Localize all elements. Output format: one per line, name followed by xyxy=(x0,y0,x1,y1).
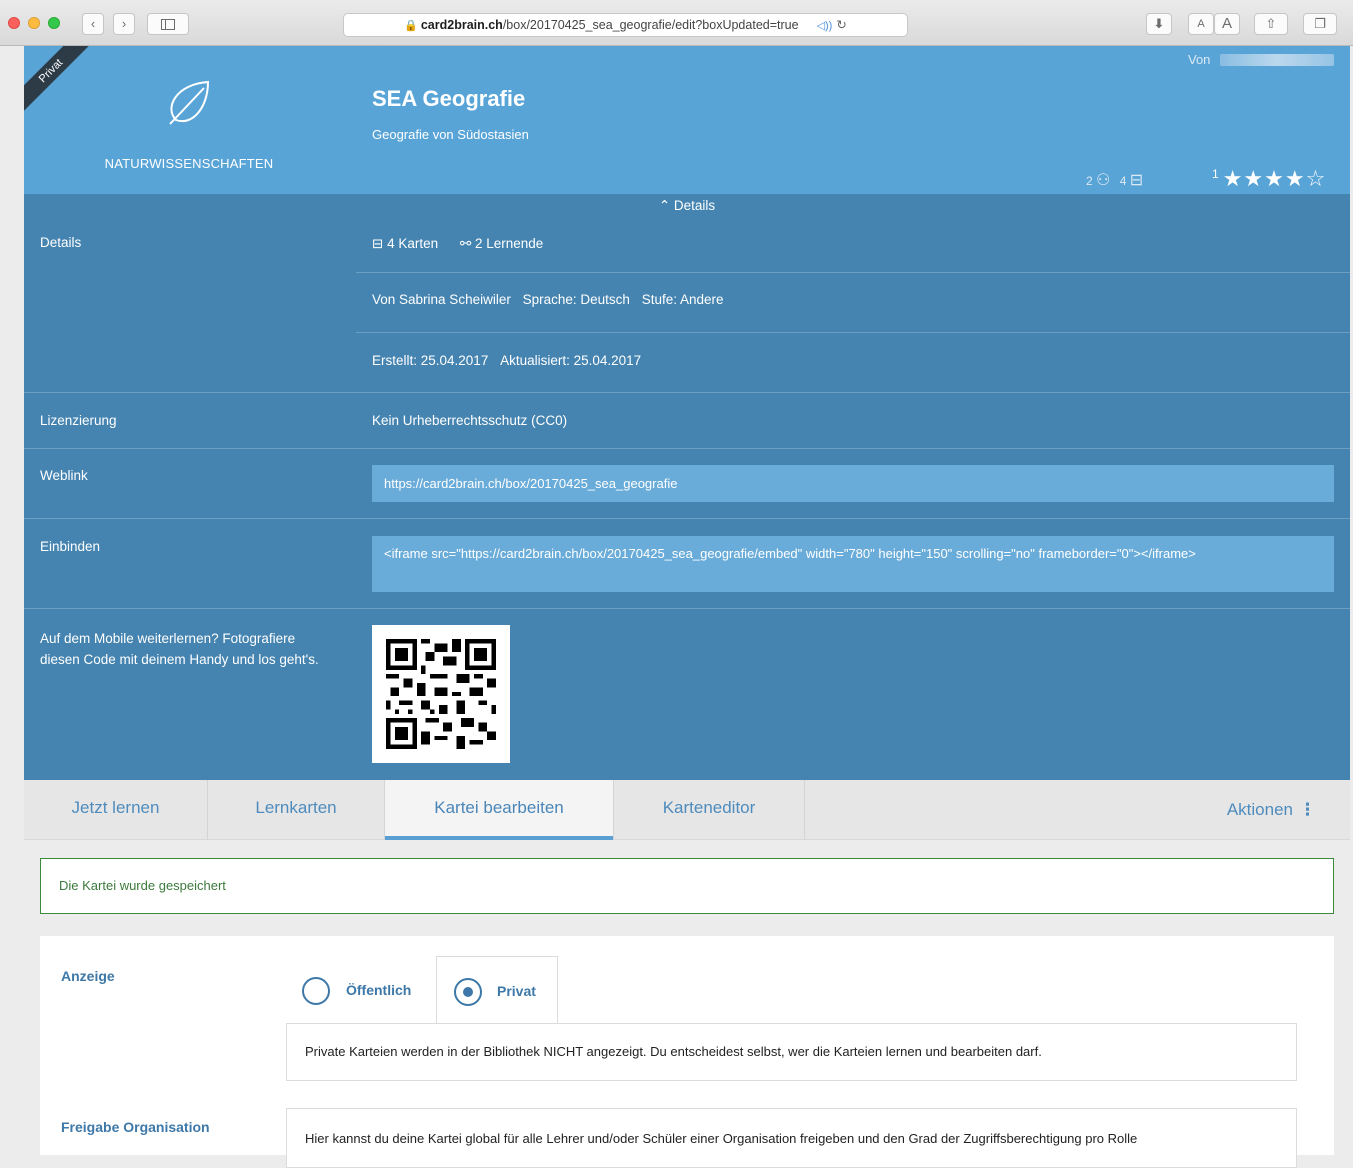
back-icon[interactable]: ‹ xyxy=(82,13,104,35)
minimize-window-button[interactable] xyxy=(28,17,40,29)
sidebar-toggle-icon[interactable] xyxy=(147,13,189,35)
license-value: Kein Urheberrechtsschutz (CC0) xyxy=(372,413,568,428)
mobile-hint: Auf dem Mobile weiterlernen? Fotografier… xyxy=(40,631,319,667)
url-domain: card2brain.ch xyxy=(420,18,503,32)
private-option[interactable]: Privat xyxy=(436,956,558,1024)
leaf-icon xyxy=(169,80,210,125)
tab-flashcards[interactable]: Lernkarten xyxy=(208,780,385,840)
chevron-up-icon: ⌃ xyxy=(658,198,671,213)
embed-code-field[interactable]: <iframe src="https://card2brain.ch/box/2… xyxy=(372,536,1334,592)
private-info: Private Karteien werden in der Bibliothe… xyxy=(286,1023,1297,1081)
box-stats: 2 ⚇ 4 ⊟ xyxy=(1086,170,1149,190)
details-toggle[interactable]: ⌃ Details xyxy=(24,198,1350,214)
text-larger-button[interactable]: A xyxy=(1214,13,1240,35)
browser-toolbar: ‹ › 🔒 card2brain.ch/box/20170425_sea_geog… xyxy=(0,0,1353,46)
box-header: Privat NATURWISSENSCHAFTEN SEA Geografie… xyxy=(24,46,1350,194)
text-smaller-button[interactable]: A xyxy=(1188,13,1214,35)
lock-icon: 🔒 xyxy=(404,20,418,32)
url-path: /box/20170425_sea_geografie/edit?boxUpda… xyxy=(502,18,799,32)
tabs-overview-icon[interactable]: ❐ xyxy=(1303,13,1337,35)
weblink-field[interactable]: https://card2brain.ch/box/20170425_sea_g… xyxy=(372,465,1334,502)
private-ribbon: Privat xyxy=(24,46,94,116)
box-subtitle: Geografie von Südostasien xyxy=(372,127,529,142)
tab-card-editor[interactable]: Karteneditor xyxy=(614,780,805,840)
page-content: Privat NATURWISSENSCHAFTEN SEA Geografie… xyxy=(24,46,1350,1168)
category-label: NATURWISSENSCHAFTEN xyxy=(104,156,274,171)
downloads-icon[interactable]: ⬇ xyxy=(1146,13,1172,35)
maximize-window-button[interactable] xyxy=(48,17,60,29)
audio-icon[interactable]: ◁)) xyxy=(817,20,833,32)
user-icon: ⚇ xyxy=(1096,172,1111,189)
success-alert: Die Kartei wurde gespeichert xyxy=(40,858,1334,914)
address-bar[interactable]: 🔒 card2brain.ch/box/20170425_sea_geografi… xyxy=(343,13,908,37)
rating-count: 1 xyxy=(1212,166,1220,181)
radio-selected-icon[interactable] xyxy=(454,978,482,1006)
weblink-label: Weblink xyxy=(40,468,88,483)
public-option[interactable]: Öffentlich xyxy=(286,956,436,1024)
author: Von Sabrina Scheiwiler xyxy=(372,292,511,307)
box-tabs: Jetzt lernen Lernkarten Kartei bearbeite… xyxy=(24,780,1350,840)
cards-icon: ⊟ xyxy=(1129,172,1144,189)
forward-icon[interactable]: › xyxy=(113,13,135,35)
tab-edit-box[interactable]: Kartei bearbeiten xyxy=(385,780,614,840)
more-vertical-icon: ⋮ xyxy=(1299,800,1316,819)
license-label: Lizenzierung xyxy=(40,413,117,428)
share-icon[interactable]: ⇧ xyxy=(1254,13,1288,35)
box-settings-form: Anzeige Öffentlich Privat Private Kartei… xyxy=(40,936,1334,1168)
cards-count: 4 xyxy=(1119,174,1127,188)
qr-code xyxy=(372,625,510,763)
language: Sprache: Deutsch xyxy=(522,292,630,307)
updated-date: Aktualisiert: 25.04.2017 xyxy=(500,353,642,368)
level: Stufe: Andere xyxy=(641,292,724,307)
close-window-button[interactable] xyxy=(8,17,20,29)
org-share-label: Freigabe Organisation xyxy=(61,1119,210,1135)
owner-label: Von xyxy=(1188,52,1211,67)
created-date: Erstellt: 25.04.2017 xyxy=(372,353,489,368)
actions-menu[interactable]: Aktionen ⋮ xyxy=(1227,780,1316,840)
owner-name-blurred xyxy=(1220,54,1334,66)
details-label: Details xyxy=(40,235,82,250)
radio-unselected-icon[interactable] xyxy=(302,977,330,1005)
learners-stat: 2 Lernende xyxy=(474,236,544,251)
details-counts: ⊟ 4 Karten ⚯ 2 Lernende xyxy=(372,236,543,252)
display-label: Anzeige xyxy=(61,968,115,984)
dates-info: Erstellt: 25.04.2017 Aktualisiert: 25.04… xyxy=(372,353,641,368)
rating: 1 ★★★★☆ xyxy=(1212,166,1326,192)
cards-stat: 4 Karten xyxy=(387,236,439,251)
tab-learn-now[interactable]: Jetzt lernen xyxy=(24,780,208,840)
org-share-info: Hier kannst du deine Kartei global für a… xyxy=(286,1108,1297,1168)
box-title: SEA Geografie xyxy=(372,86,526,111)
cards-icon: ⊟ xyxy=(372,236,384,251)
glasses-icon: ⚯ xyxy=(459,236,472,251)
learners-count: 2 xyxy=(1086,174,1093,188)
embed-label: Einbinden xyxy=(40,539,101,554)
star-icons: ★★★★☆ xyxy=(1222,166,1327,191)
author-info: Von Sabrina Scheiwiler Sprache: Deutsch … xyxy=(372,292,724,307)
reload-icon[interactable]: ↻ xyxy=(836,18,846,32)
details-panel: ⌃ Details Details ⊟ 4 Karten ⚯ 2 Lernend… xyxy=(24,194,1350,780)
